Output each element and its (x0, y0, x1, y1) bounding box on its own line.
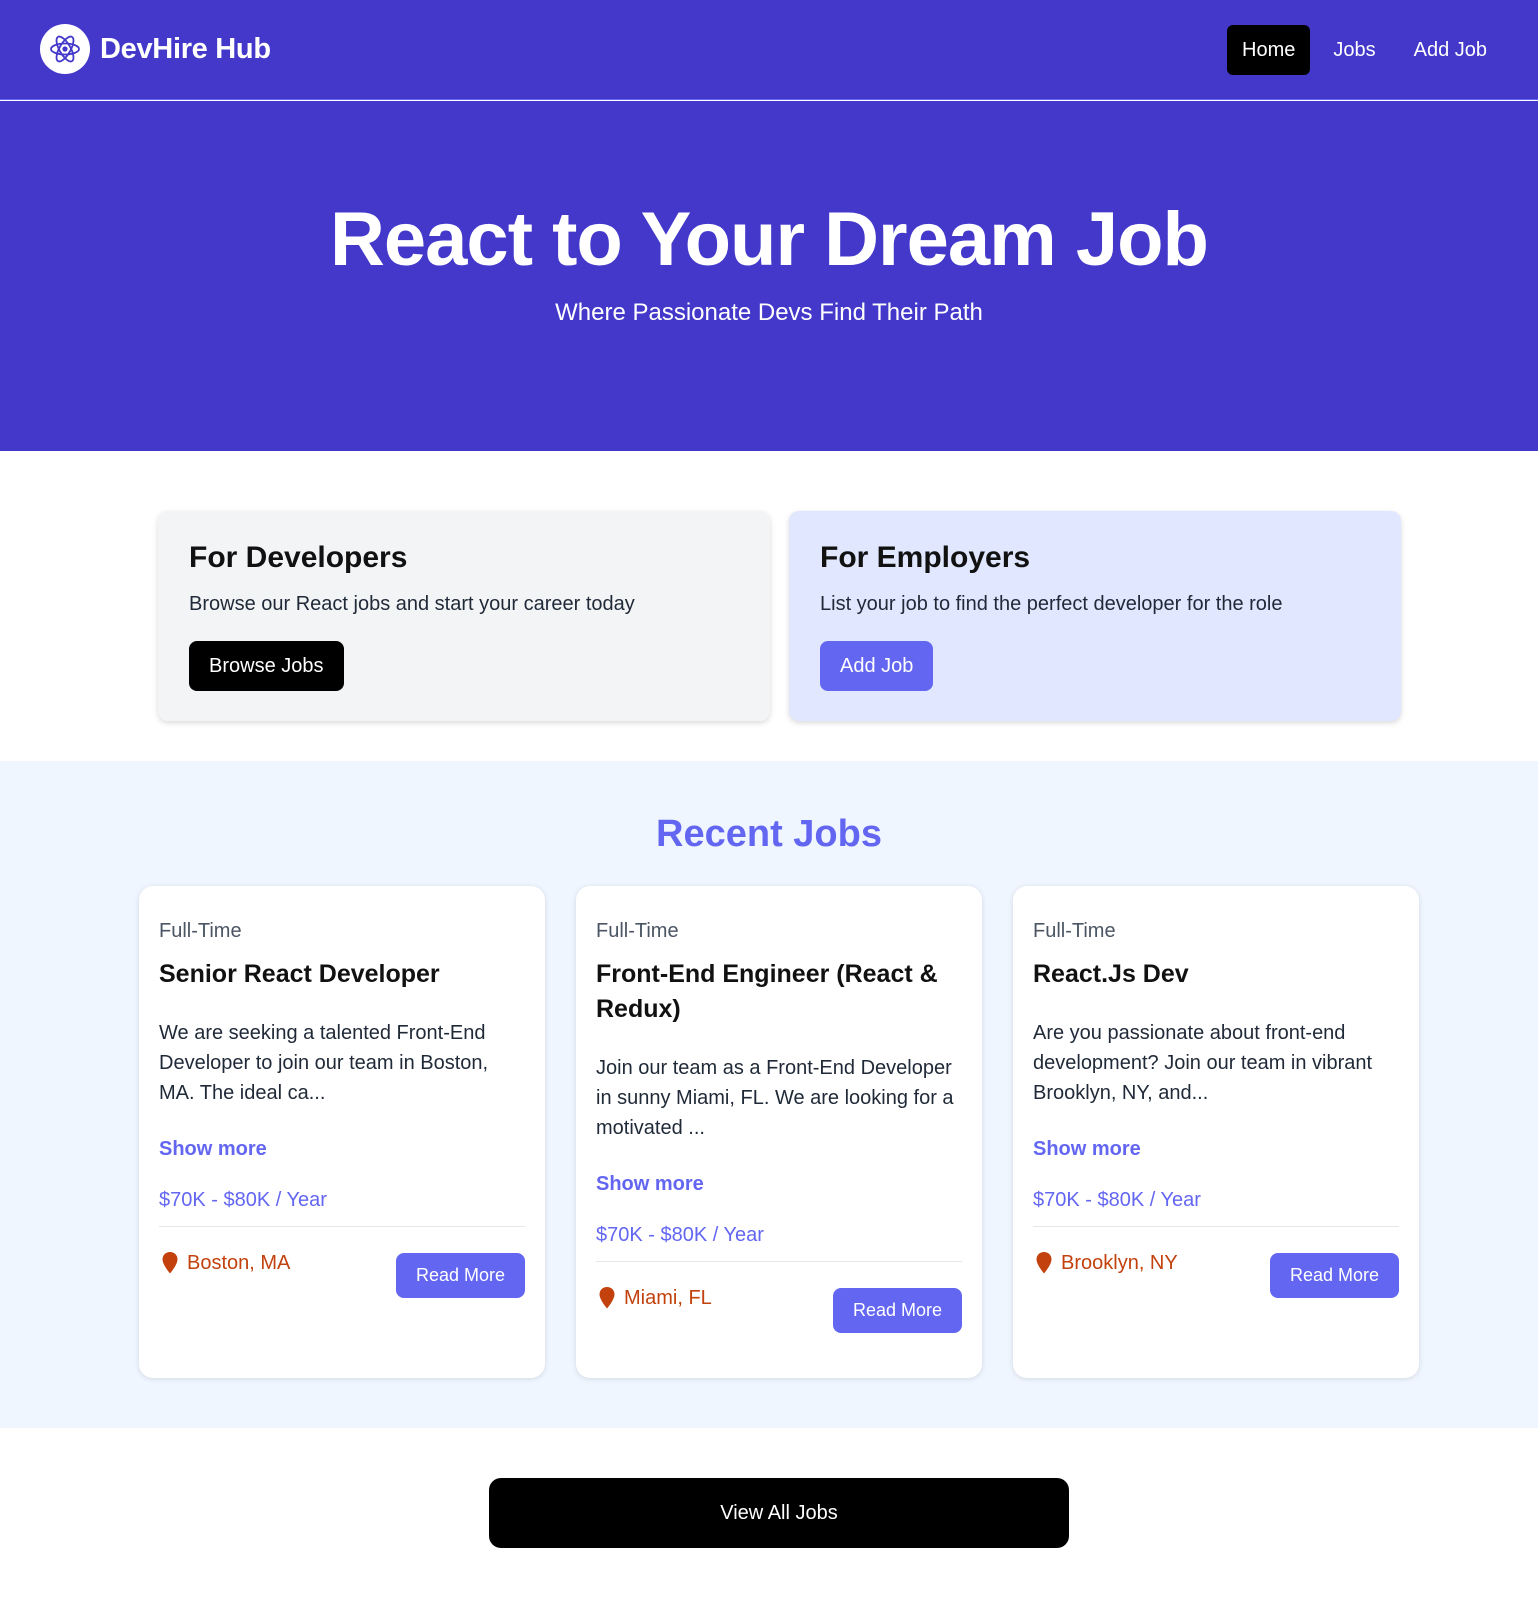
job-description: We are seeking a talented Front-End Deve… (159, 1022, 489, 1104)
job-footer: Brooklyn, NY Read More (1033, 1251, 1399, 1298)
employers-card-title: For Employers (820, 541, 1031, 574)
job-title: Front-End Engineer (React & Redux) (596, 960, 938, 1023)
developers-card-title: For Developers (189, 541, 408, 574)
job-title: React.Js Dev (1033, 960, 1189, 988)
job-card: Full-Time Senior React Developer We are … (139, 886, 545, 1378)
browse-jobs-button[interactable]: Browse Jobs (189, 641, 344, 691)
recent-jobs: Recent Jobs Full-Time Senior React Devel… (0, 761, 1538, 1428)
developers-card-text: Browse our React jobs and start your car… (189, 593, 635, 615)
job-card: Full-Time Front-End Engineer (React & Re… (576, 886, 982, 1378)
main-nav: Home Jobs Add Job (1227, 25, 1502, 75)
recent-jobs-title: Recent Jobs (656, 813, 882, 855)
job-location-label: Miami, FL (624, 1286, 712, 1309)
job-salary: $70K - $80K / Year (159, 1189, 327, 1211)
brand-name: DevHire Hub (100, 32, 271, 65)
map-pin-icon (159, 1251, 181, 1275)
add-job-button[interactable]: Add Job (820, 641, 934, 691)
job-title: Senior React Developer (159, 960, 440, 988)
employers-card: For Employers List your job to find the … (789, 511, 1401, 721)
react-atom-icon (40, 24, 90, 74)
developers-card: For Developers Browse our React jobs and… (158, 511, 770, 721)
job-salary: $70K - $80K / Year (596, 1224, 764, 1246)
read-more-button[interactable]: Read More (1269, 1253, 1399, 1298)
view-all-jobs-button[interactable]: View All Jobs (489, 1478, 1069, 1548)
job-footer: Miami, FL Read More (596, 1286, 962, 1333)
navbar: DevHire Hub Home Jobs Add Job (0, 0, 1538, 100)
map-pin-icon (1033, 1251, 1055, 1275)
job-footer: Boston, MA Read More (159, 1251, 525, 1298)
read-more-button[interactable]: Read More (832, 1288, 962, 1333)
job-type: Full-Time (1033, 920, 1116, 942)
intro-cards: For Developers Browse our React jobs and… (0, 451, 1538, 761)
job-salary: $70K - $80K / Year (1033, 1189, 1201, 1211)
job-location: Boston, MA (159, 1251, 290, 1275)
divider (596, 1261, 962, 1262)
map-pin-icon (596, 1286, 618, 1310)
divider (1033, 1226, 1399, 1227)
nav-add-job[interactable]: Add Job (1399, 25, 1502, 75)
divider (159, 1226, 525, 1227)
job-card: Full-Time React.Js Dev Are you passionat… (1013, 886, 1419, 1378)
brand-link[interactable]: DevHire Hub (40, 24, 271, 74)
job-location-label: Brooklyn, NY (1061, 1251, 1178, 1274)
hero: React to Your Dream Job Where Passionate… (0, 101, 1538, 451)
show-more-button[interactable]: Show more (1033, 1138, 1141, 1161)
job-description: Join our team as a Front-End Developer i… (596, 1057, 954, 1139)
nav-jobs[interactable]: Jobs (1318, 25, 1390, 75)
job-type: Full-Time (596, 920, 679, 942)
job-type: Full-Time (159, 920, 242, 942)
job-location: Brooklyn, NY (1033, 1251, 1178, 1275)
job-description: Are you passionate about front-end devel… (1033, 1022, 1373, 1104)
hero-title: React to Your Dream Job (330, 197, 1209, 282)
hero-subtitle: Where Passionate Devs Find Their Path (555, 299, 983, 326)
read-more-button[interactable]: Read More (395, 1253, 525, 1298)
nav-home[interactable]: Home (1227, 25, 1311, 75)
job-location: Miami, FL (596, 1286, 712, 1310)
show-more-button[interactable]: Show more (596, 1173, 704, 1196)
employers-card-text: List your job to find the perfect develo… (820, 593, 1283, 615)
job-location-label: Boston, MA (187, 1251, 291, 1274)
show-more-button[interactable]: Show more (159, 1138, 267, 1161)
